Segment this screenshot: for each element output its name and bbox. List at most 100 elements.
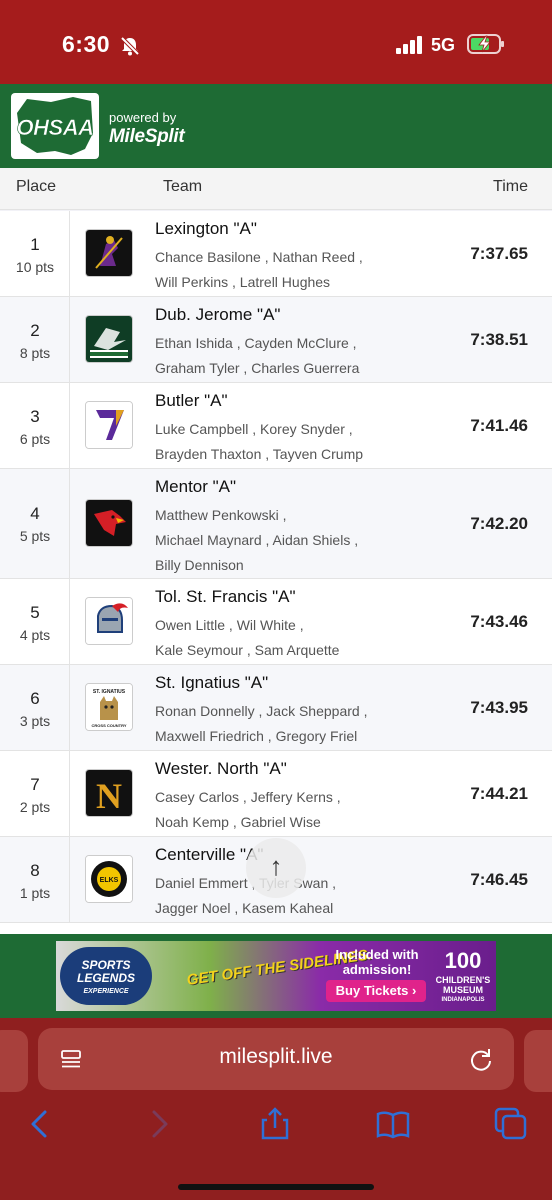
team-time: 7:43.95 [470,698,528,717]
table-row[interactable]: 2 8 pts Dub. Jerome "A" Ethan Ishida , C… [0,297,552,383]
address-bar[interactable]: milesplit.live [38,1028,514,1090]
battery-charging-icon [467,34,504,54]
place-points: 8 pts [19,345,51,361]
elks-c-icon: ELKS [86,856,132,902]
team-name[interactable]: St. Ignatius "A" [155,673,268,693]
place-cell: 2 8 pts [0,297,70,382]
sports-legends-logo: SPORTS LEGENDS EXPERIENCE [60,947,152,1005]
celtics-logo[interactable] [85,315,133,363]
place-cell: 6 3 pts [0,665,70,750]
runners-line: Noah Kemp , Gabriel Wise [155,814,321,830]
bell-muted-icon [120,36,140,56]
table-row[interactable]: 3 6 pts Butler "A" Luke Campbell , Korey… [0,383,552,469]
reload-icon[interactable] [468,1046,494,1072]
table-row[interactable]: 1 10 pts Lexington "A" Chance Basilone ,… [0,211,552,297]
ohsaa-logo[interactable]: OHSAA [11,93,99,159]
museum-number: 100 [444,948,482,973]
milesplit-brand[interactable]: MileSplit [109,126,185,148]
team-name[interactable]: Wester. North "A" [155,759,287,779]
celtic-icon [86,316,132,362]
wildcat-icon: ST. IGNATIUS CROSS COUNTRY [86,684,132,730]
runners-line: Will Perkins , Latrell Hughes [155,274,331,290]
place-points: 6 pts [19,431,51,447]
browser-toolbar: milesplit.live [0,1018,552,1200]
next-tab-preview[interactable] [524,1030,552,1092]
ad-banner[interactable]: SPORTS LEGENDS EXPERIENCE GET OFF THE SI… [56,941,496,1011]
ad-logo-line: EXPERIENCE [83,988,129,995]
scroll-to-top-button[interactable]: ↑ [246,838,306,898]
table-row[interactable]: 6 3 pts ST. IGNATIUS CROSS COUNTRY St. I… [0,665,552,751]
status-bar: 6:30 5G [0,0,552,84]
team-name[interactable]: Tol. St. Francis "A" [155,587,296,607]
place-number: 6 [30,689,40,708]
runner-list: Chance Basilone , Nathan Reed , Will Per… [155,245,445,295]
buy-tickets-button[interactable]: Buy Tickets › [326,980,426,1002]
place-number: 1 [30,235,40,254]
team-time: 7:37.65 [470,244,528,263]
butler-bolt-icon [86,402,132,448]
team-name[interactable]: Mentor "A" [155,477,236,497]
cardinal-logo[interactable] [85,499,133,547]
runners-line: Chance Basilone , Nathan Reed , [155,249,363,265]
butler-logo[interactable] [85,401,133,449]
home-indicator[interactable] [178,1184,374,1190]
place-number: 2 [30,321,40,340]
forward-icon[interactable] [141,1106,177,1142]
logo-text: OHSAA [16,115,94,141]
minuteman-icon [86,230,132,276]
place-points: 2 pts [19,799,51,815]
runners-line: Kale Seymour , Sam Arquette [155,642,340,658]
table-row[interactable]: 7 2 pts N Wester. North "A" Casey Carlos… [0,751,552,837]
team-name[interactable]: Dub. Jerome "A" [155,305,280,325]
westerville-north-logo[interactable]: N [85,769,133,817]
url-text[interactable]: milesplit.live [38,1045,514,1069]
bookmarks-icon[interactable] [375,1106,411,1142]
column-place: Place [16,178,57,195]
st-ignatius-logo[interactable]: ST. IGNATIUS CROSS COUNTRY [85,683,133,731]
team-time: 7:43.46 [470,612,528,631]
place-points: 3 pts [19,713,51,729]
place-number: 5 [30,603,40,622]
place-cell: 8 1 pts [0,837,70,922]
runner-list: Ethan Ishida , Cayden McClure , Graham T… [155,331,445,381]
knight-logo[interactable] [85,597,133,645]
elks-logo[interactable]: ELKS [85,855,133,903]
museum-name: CHILDREN'S MUSEUM [435,975,491,995]
team-name[interactable]: Butler "A" [155,391,228,411]
back-icon[interactable] [22,1106,58,1142]
logo-text-bottom: CROSS COUNTRY [92,723,127,728]
runners-line: Luke Campbell , Korey Snyder , [155,421,353,437]
place-points: 4 pts [19,627,51,643]
column-team: Team [163,178,203,195]
table-row[interactable]: 5 4 pts Tol. St. Francis "A" Owen Little… [0,579,552,665]
runners-line: Graham Tyler , Charles Guerrera [155,360,360,376]
team-time: 7:41.46 [470,416,528,435]
ad-strip: SPORTS LEGENDS EXPERIENCE GET OFF THE SI… [0,934,552,1018]
network-type: 5G [431,35,456,55]
logo-letter: N [96,776,122,816]
letter-n-icon: N [86,770,132,816]
place-points: 10 pts [15,259,55,275]
tabs-overview-icon[interactable] [493,1106,529,1142]
runner-list: Ronan Donnelly , Jack Sheppard , Maxwell… [155,699,445,749]
place-number: 7 [30,775,40,794]
cardinal-icon [86,500,132,546]
results-table[interactable]: 1 10 pts Lexington "A" Chance Basilone ,… [0,211,552,934]
previous-tab-preview[interactable] [0,1030,28,1092]
runners-line: Casey Carlos , Jeffery Kerns , [155,789,341,805]
museum-city: INDIANAPOLIS [441,997,485,1003]
logo-text-top: ST. IGNATIUS [93,689,126,695]
table-row[interactable]: 4 5 pts Mentor "A" Matthew Penkowski , M… [0,469,552,579]
column-time: Time [493,178,528,195]
lexington-logo[interactable] [85,229,133,277]
place-cell: 5 4 pts [0,579,70,664]
place-number: 3 [30,407,40,426]
share-icon[interactable] [257,1106,293,1142]
team-time: 7:42.20 [470,514,528,533]
runners-line: Maxwell Friedrich , Gregory Friel [155,728,358,744]
team-name[interactable]: Lexington "A" [155,219,257,239]
arrow-up-icon: ↑ [269,851,283,881]
runner-list: Luke Campbell , Korey Snyder , Brayden T… [155,417,445,467]
place-points: 5 pts [19,528,51,544]
place-cell: 7 2 pts [0,751,70,836]
